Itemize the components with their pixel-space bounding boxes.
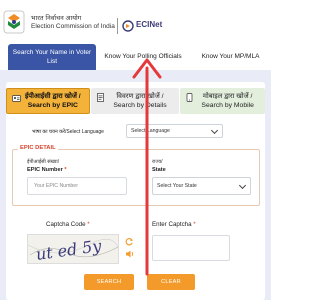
tab-details-label-hindi: विवरण द्वारा खोजें / bbox=[116, 92, 164, 100]
language-label: भाषा का चयन करें/Select Language bbox=[32, 129, 104, 135]
refresh-icon[interactable] bbox=[125, 237, 134, 246]
document-icon bbox=[96, 93, 104, 102]
epic-number-label-hindi: ईपीआईसी संख्या/ bbox=[27, 159, 60, 165]
captcha-code-label: Captcha Code * bbox=[46, 221, 90, 228]
search-button[interactable]: SEARCH bbox=[84, 274, 134, 290]
clear-button[interactable]: CLEAR bbox=[147, 274, 195, 290]
ecinet-brand: ECINet bbox=[136, 20, 163, 29]
tab-epic-label-english: Search by EPIC bbox=[27, 102, 78, 109]
captcha-image: ut ed 5y bbox=[27, 234, 119, 264]
language-select-value: Select Language bbox=[131, 128, 170, 134]
tab-mobile-label-english: Search by Mobile bbox=[201, 102, 254, 109]
tab-polling-officials[interactable]: Know Your Polling Officials bbox=[96, 44, 190, 70]
tab-epic-label-hindi: ईपीआईसी द्वारा खोजें / bbox=[24, 92, 81, 100]
tab-mp-mla[interactable]: Know Your MP/MLA bbox=[190, 44, 271, 70]
captcha-input[interactable] bbox=[152, 235, 230, 261]
tab-details-label-english: Search by Details bbox=[113, 102, 167, 109]
mobile-icon bbox=[186, 93, 193, 102]
captcha-text: ut ed 5y bbox=[35, 236, 104, 264]
org-name-hindi: भारत निर्वाचन आयोग bbox=[31, 15, 82, 22]
tab-search-by-mobile[interactable]: मोबाइल द्वारा खोजें / Search by Mobile bbox=[180, 88, 265, 114]
language-select[interactable]: Select Language bbox=[126, 124, 223, 138]
tab-mobile-label-hindi: मोबाइल द्वारा खोजें / bbox=[202, 92, 253, 100]
site-header: भारत निर्वाचन आयोग Election Commission o… bbox=[0, 0, 271, 44]
audio-speaker-icon[interactable] bbox=[125, 249, 135, 259]
header-divider bbox=[117, 18, 118, 34]
main-tabs: Search Your Name in Voter List Know Your… bbox=[8, 44, 271, 70]
chevron-down-icon bbox=[210, 126, 219, 135]
eci-emblem-logo bbox=[3, 10, 25, 34]
id-card-icon bbox=[12, 95, 21, 102]
state-select-value: Select Your State bbox=[157, 183, 197, 189]
tab-search-by-details[interactable]: विवरण द्वारा खोजें / Search by Details bbox=[90, 88, 180, 114]
chevron-down-icon bbox=[238, 181, 247, 190]
epic-detail-legend: EPIC DETAIL bbox=[18, 145, 58, 151]
epic-number-label: EPIC Number * bbox=[27, 167, 67, 173]
search-mode-tabs: ईपीआईसी द्वारा खोजें / Search by EPIC विव… bbox=[6, 88, 265, 114]
state-label-hindi: राज्य/ bbox=[152, 159, 163, 165]
epic-number-input[interactable]: Your EPIC Number bbox=[27, 177, 127, 195]
tab-search-voter-list[interactable]: Search Your Name in Voter List bbox=[8, 44, 96, 70]
tab-search-by-epic[interactable]: ईपीआईसी द्वारा खोजें / Search by EPIC bbox=[6, 88, 90, 114]
state-label: State bbox=[152, 167, 166, 173]
enter-captcha-label: Enter Captcha * bbox=[152, 221, 196, 228]
org-name-english: Election Commission of India bbox=[31, 23, 115, 30]
ecinet-logo-icon bbox=[122, 20, 134, 32]
state-select[interactable]: Select Your State bbox=[152, 177, 251, 195]
